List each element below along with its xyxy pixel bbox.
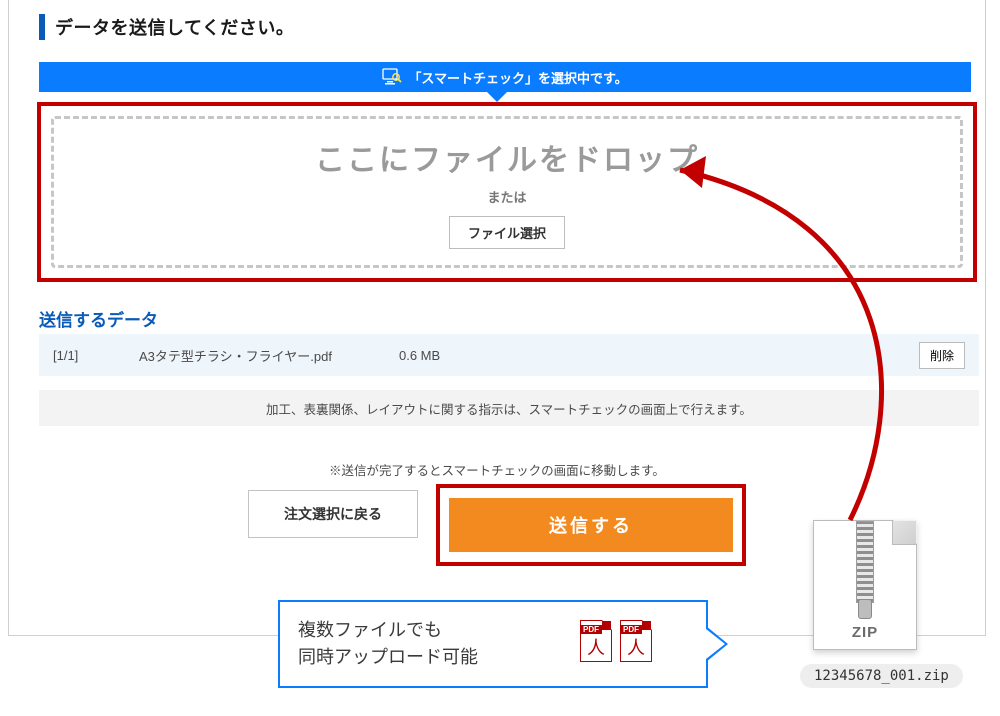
zip-label: ZIP bbox=[814, 624, 916, 641]
send-button-highlight: 送信する bbox=[436, 484, 746, 566]
pdf-icons: PDF 人 PDF 人 bbox=[580, 620, 652, 662]
file-size: 0.6 MB bbox=[399, 348, 919, 363]
page-title: データを送信してください。 bbox=[55, 14, 294, 40]
zip-file-block: ZIP 12345678_001.zip bbox=[800, 520, 930, 688]
file-select-button[interactable]: ファイル選択 bbox=[449, 216, 565, 249]
send-data-heading: 送信するデータ bbox=[39, 306, 158, 331]
file-dropzone[interactable]: ここにファイルをドロップ または ファイル選択 bbox=[51, 116, 963, 268]
file-list-row: [1/1] A3タテ型チラシ・フライヤー.pdf 0.6 MB 削除 bbox=[39, 334, 979, 376]
callout-line2: 同時アップロード可能 bbox=[298, 647, 478, 667]
zip-file-icon: ZIP bbox=[813, 520, 917, 650]
page-title-bar: データを送信してください。 bbox=[39, 14, 294, 40]
zipper-pull-icon bbox=[858, 599, 872, 619]
callout-line1: 複数ファイルでも bbox=[298, 620, 442, 640]
pdf-file-icon: PDF 人 bbox=[580, 620, 612, 662]
smart-check-banner: 「スマートチェック」を選択中です。 bbox=[39, 62, 971, 92]
banner-arrow-icon bbox=[487, 92, 507, 102]
monitor-search-icon bbox=[382, 68, 402, 86]
dropzone-heading: ここにファイルをドロップ bbox=[315, 135, 699, 179]
zipper-icon bbox=[856, 521, 874, 603]
title-accent bbox=[39, 14, 45, 40]
banner-text: 「スマートチェック」を選択中です。 bbox=[408, 68, 627, 87]
send-note: ※送信が完了するとスマートチェックの画面に移動します。 bbox=[9, 460, 985, 479]
dropzone-highlight: ここにファイルをドロップ または ファイル選択 bbox=[37, 102, 977, 282]
dropzone-or-text: または bbox=[487, 187, 526, 206]
pdf-glyph-icon: 人 bbox=[621, 639, 651, 657]
pdf-badge: PDF bbox=[620, 625, 642, 634]
callout-text: 複数ファイルでも 同時アップロード可能 bbox=[298, 617, 478, 671]
pdf-glyph-icon: 人 bbox=[581, 639, 611, 657]
callout-arrow-icon bbox=[706, 626, 728, 662]
multi-upload-callout: 複数ファイルでも 同時アップロード可能 PDF 人 PDF 人 bbox=[278, 600, 708, 688]
pdf-file-icon: PDF 人 bbox=[620, 620, 652, 662]
send-button[interactable]: 送信する bbox=[449, 498, 733, 552]
back-to-order-button[interactable]: 注文選択に戻る bbox=[248, 490, 418, 538]
delete-file-button[interactable]: 削除 bbox=[919, 342, 965, 369]
pdf-badge: PDF bbox=[580, 625, 602, 634]
zip-filename: 12345678_001.zip bbox=[800, 664, 963, 688]
file-name: A3タテ型チラシ・フライヤー.pdf bbox=[139, 346, 399, 365]
layout-note: 加工、表裏関係、レイアウトに関する指示は、スマートチェックの画面上で行えます。 bbox=[39, 390, 979, 426]
file-index: [1/1] bbox=[53, 348, 139, 363]
